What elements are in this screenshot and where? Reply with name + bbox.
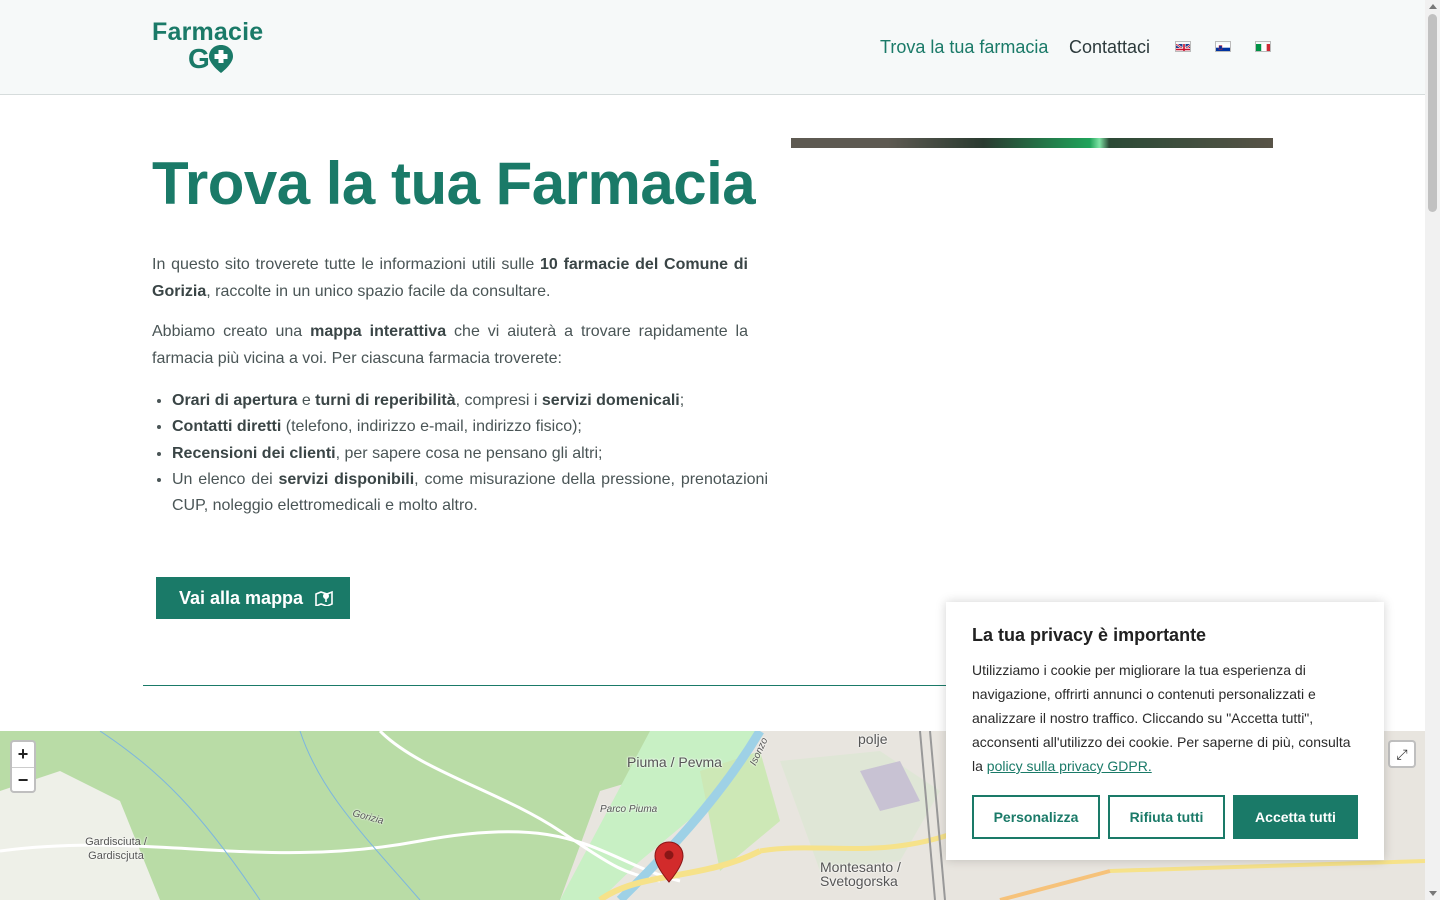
site-header: Farmacie G Trova la tua farmacia Contatt… <box>0 0 1425 95</box>
scrollbar-thumb[interactable] <box>1428 14 1437 212</box>
pharmacy-cross-pin-icon <box>209 45 233 73</box>
logo-text-farmacie: Farmacie <box>152 18 264 46</box>
accept-all-button[interactable]: Accetta tutti <box>1233 795 1358 839</box>
feature-text: , compresi i <box>455 392 542 409</box>
expand-icon: ⤢ <box>1396 746 1408 762</box>
map-label: Gardisciuta / Gardiscjuta <box>85 836 147 862</box>
map-label: polje <box>858 731 888 747</box>
privacy-policy-link[interactable]: policy sulla privacy GDPR. <box>987 758 1152 774</box>
map-intro-bold: mappa interattiva <box>310 323 447 340</box>
farmacie-go-logo[interactable]: Farmacie G <box>152 18 270 76</box>
logo-text-go: G <box>188 43 210 74</box>
feature-bold: Recensioni dei clienti <box>172 444 336 462</box>
cookie-consent-banner: La tua privacy è importante Utilizziamo … <box>946 602 1384 860</box>
fullscreen-button[interactable]: ⤢ <box>1388 740 1416 768</box>
feature-text: , per sapere cosa ne pensano gli altri; <box>335 444 603 462</box>
en-flag-icon[interactable] <box>1175 41 1191 52</box>
map-label: Piuma / Pevma <box>627 754 722 770</box>
feature-bold: turni di reperibilità <box>315 392 456 409</box>
feature-bold: servizi domenicali <box>541 392 680 409</box>
it-flag-icon[interactable] <box>1255 41 1271 52</box>
map-zoom-control: + − <box>10 740 36 793</box>
feature-bold: Contatti diretti <box>172 418 282 436</box>
list-item: Orari di apertura e turni di reperibilit… <box>172 388 768 414</box>
nav-find-pharmacy[interactable]: Trova la tua farmacia <box>880 36 1048 58</box>
map-intro-paragraph: Abbiamo creato una mappa interattiva che… <box>152 319 748 372</box>
cookie-buttons: Personalizza Rifiuta tutti Accetta tutti <box>972 795 1358 839</box>
cookie-title: La tua privacy è importante <box>972 625 1207 645</box>
zoom-out-button[interactable]: − <box>12 767 34 793</box>
list-item: Un elenco dei servizi disponibili, come … <box>172 467 768 520</box>
hero-image <box>791 138 1273 148</box>
feature-text: ; <box>679 392 685 409</box>
list-item: Contatti diretti (telefono, indirizzo e-… <box>172 414 768 440</box>
map-label: Parco Piuma <box>600 804 658 815</box>
map-label: Montesanto / Svetogorska <box>820 859 901 889</box>
reject-all-button[interactable]: Rifiuta tutti <box>1108 795 1225 839</box>
sl-flag-icon[interactable] <box>1215 41 1231 52</box>
intro-text: In questo sito troverete tutte le inform… <box>152 256 541 273</box>
go-to-map-label: Vai alla mappa <box>179 587 304 608</box>
scroll-down-arrow-icon[interactable] <box>1429 891 1437 896</box>
feature-list: Orari di apertura e turni di reperibilit… <box>152 388 768 519</box>
page-scrollbar[interactable] <box>1425 0 1440 900</box>
map-marker-icon <box>315 590 333 606</box>
feature-bold: servizi disponibili <box>278 470 415 488</box>
page-title: Trova la tua Farmacia <box>152 150 756 217</box>
feature-text: e <box>297 392 316 409</box>
scroll-up-arrow-icon[interactable] <box>1429 4 1437 9</box>
customize-button[interactable]: Personalizza <box>972 795 1100 839</box>
intro-text-end: , raccolte in un unico spazio facile da … <box>206 282 551 300</box>
nav-contact[interactable]: Contattaci <box>1069 36 1150 58</box>
cookie-text: Utilizziamo i cookie per migliorare la t… <box>972 658 1358 778</box>
pharmacy-marker-icon[interactable] <box>654 841 684 883</box>
feature-text: (telefono, indirizzo e-mail, indirizzo f… <box>281 418 582 436</box>
feature-text: Un elenco dei <box>172 470 279 488</box>
intro-paragraph: In questo sito troverete tutte le inform… <box>152 252 748 305</box>
map-intro-text: Abbiamo creato una <box>152 323 311 340</box>
zoom-in-button[interactable]: + <box>12 742 34 767</box>
go-to-map-button[interactable]: Vai alla mappa <box>156 577 350 619</box>
list-item: Recensioni dei clienti, per sapere cosa … <box>172 441 768 467</box>
feature-bold: Orari di apertura <box>172 392 298 409</box>
